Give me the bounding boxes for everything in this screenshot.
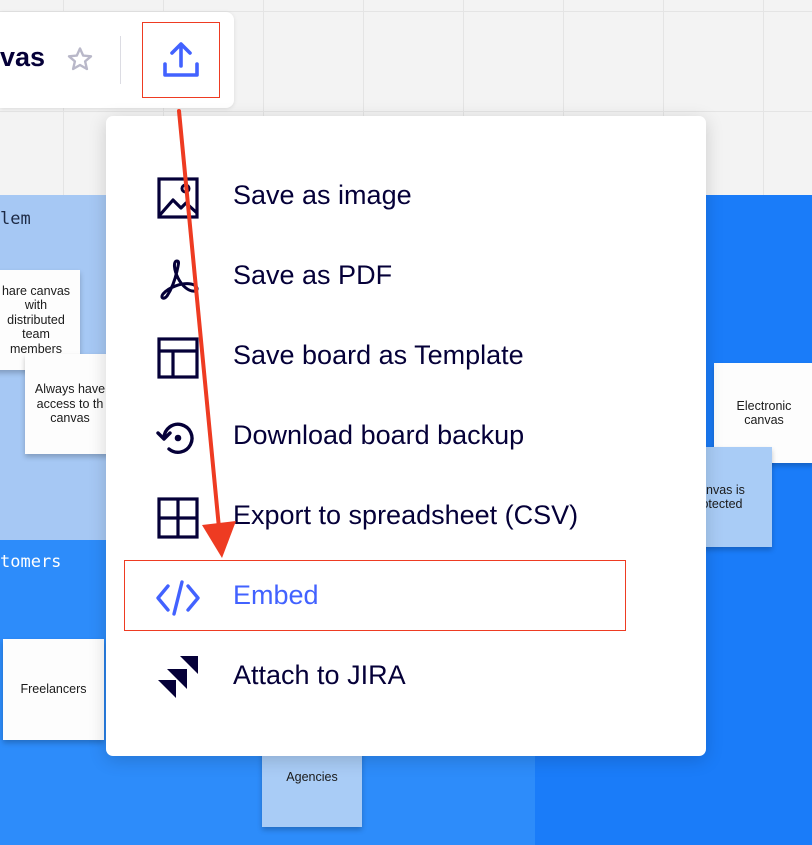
star-outline-icon (67, 47, 93, 71)
star-button[interactable] (64, 44, 96, 76)
image-icon (157, 177, 199, 219)
sticky-note[interactable]: Freelancers (3, 639, 104, 740)
export-menu: Save as image Save as PDF Save board as … (106, 116, 706, 756)
toolbar-divider (120, 36, 121, 84)
menu-item-label: Save board as Template (233, 340, 524, 370)
menu-item-save-pdf[interactable]: Save as PDF (126, 238, 686, 310)
menu-item-attach-jira[interactable]: Attach to JIRA (126, 638, 686, 710)
template-icon (157, 337, 199, 379)
menu-item-save-image[interactable]: Save as image (126, 158, 686, 230)
grid-icon (157, 497, 199, 539)
sticky-note[interactable]: Always have access to th canvas (25, 354, 115, 454)
upload-icon (163, 42, 199, 77)
menu-item-export-csv[interactable]: Export to spreadsheet (CSV) (126, 478, 686, 550)
embed-highlight-box (124, 560, 626, 631)
menu-item-label: Download board backup (233, 420, 525, 450)
frame-title-problem: lem (0, 209, 31, 229)
menu-item-save-template[interactable]: Save board as Template (126, 318, 686, 390)
menu-item-label: Save as image (233, 180, 412, 210)
menu-item-download-backup[interactable]: Download board backup (126, 398, 686, 470)
pdf-icon (160, 259, 199, 300)
board-toolbar: vas (0, 12, 234, 108)
menu-item-label: Attach to JIRA (233, 660, 406, 690)
frame-title-customers: tomers (0, 552, 62, 572)
jira-icon (158, 656, 198, 698)
backup-restore-icon (156, 422, 194, 454)
export-button[interactable] (142, 22, 220, 98)
menu-item-label: Save as PDF (233, 260, 393, 290)
board-title[interactable]: vas (0, 42, 45, 73)
menu-item-label: Export to spreadsheet (CSV) (233, 500, 579, 530)
